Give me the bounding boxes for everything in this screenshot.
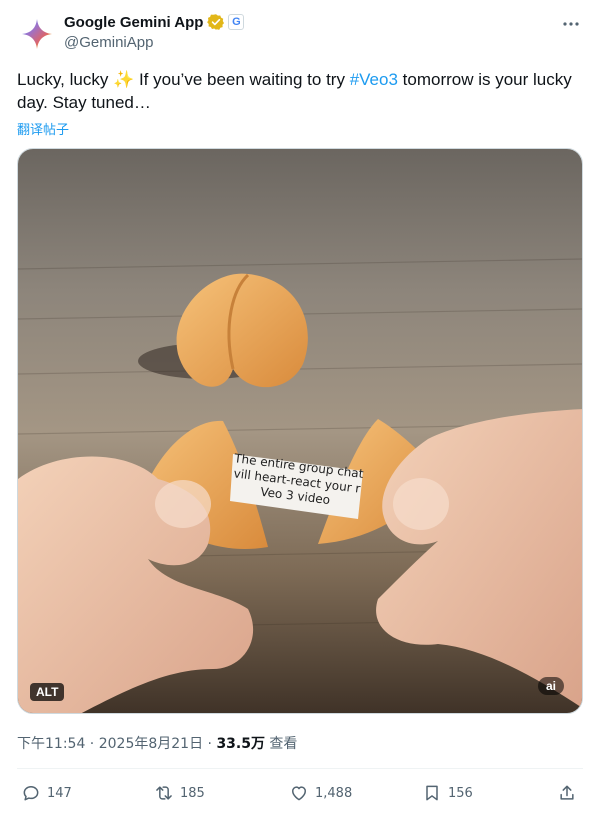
bookmark-count: 156: [448, 785, 473, 801]
tweet-date[interactable]: 2025年8月21日: [99, 736, 203, 752]
gemini-logo-icon: [22, 19, 52, 49]
sparkle-emoji: ✨: [113, 70, 135, 89]
avatar[interactable]: [17, 14, 57, 54]
views-label: 查看: [264, 736, 298, 752]
reply-button[interactable]: 147: [21, 783, 72, 803]
tweet-time[interactable]: 下午11:54: [17, 736, 85, 752]
tweet-text-part: If you’ve been waiting to try: [134, 70, 350, 89]
like-count: 1,488: [315, 785, 353, 801]
divider: [17, 768, 583, 769]
tweet-header: Google Gemini App G @GeminiApp: [17, 10, 587, 54]
reply-icon: [23, 786, 39, 801]
translate-link[interactable]: 翻译帖子: [17, 119, 69, 138]
author-names: Google Gemini App G @GeminiApp: [64, 12, 245, 51]
like-icon: [292, 786, 306, 801]
hashtag-link[interactable]: #Veo3: [350, 70, 398, 89]
share-icon: [560, 785, 574, 800]
author-handle[interactable]: @GeminiApp: [64, 34, 244, 51]
bookmark-button[interactable]: 156: [422, 783, 473, 803]
bookmark-icon: [426, 785, 438, 801]
tweet-meta: 下午11:54 · 2025年8月21日 · 33.5万 查看: [17, 733, 297, 753]
views-count: 33.5万: [216, 736, 265, 752]
tweet-image[interactable]: The entire group chat vill heart-react y…: [17, 148, 583, 714]
reply-count: 147: [47, 785, 72, 801]
repost-count: 185: [180, 785, 205, 801]
meta-separator: ·: [85, 736, 99, 752]
tweet-text: Lucky, lucky ✨ If you’ve been waiting to…: [17, 68, 577, 114]
fortune-cookie-photo: [18, 149, 582, 713]
repost-button[interactable]: 185: [154, 783, 205, 803]
ai-badge[interactable]: ai: [538, 677, 564, 695]
affiliate-badge[interactable]: G: [228, 14, 245, 30]
share-button[interactable]: [557, 783, 583, 803]
tweet-text-part: Lucky, lucky: [17, 70, 114, 89]
alt-badge[interactable]: ALT: [30, 683, 65, 701]
repost-icon: [156, 786, 172, 800]
meta-separator: ·: [203, 736, 217, 752]
like-button[interactable]: 1,488: [289, 783, 352, 803]
more-icon[interactable]: [561, 14, 581, 34]
author-display-name[interactable]: Google Gemini App: [64, 14, 203, 31]
action-bar: 147 185 1,488 156: [17, 778, 583, 808]
verified-badge-icon[interactable]: [207, 13, 225, 31]
